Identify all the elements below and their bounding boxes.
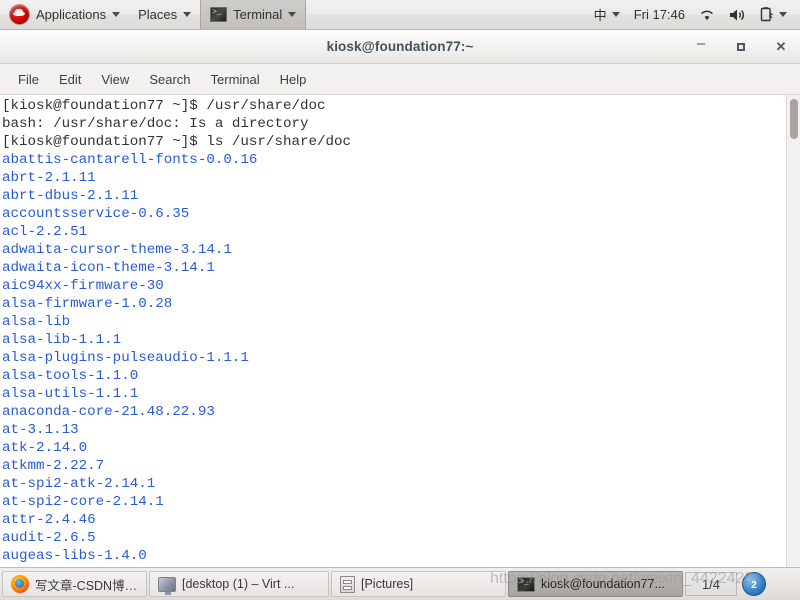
applications-menu[interactable]: Applications (0, 0, 129, 29)
terminal-line: [kiosk@foundation77 ~]$ /usr/share/doc (2, 98, 326, 114)
panel-spacer (306, 0, 586, 29)
taskbar-item-label: [Pictures] (361, 577, 414, 591)
wifi-icon (701, 10, 713, 20)
workspace-indicator-label: 1/4 (701, 576, 721, 592)
taskbar: 写文章-CSDN博客... [desktop (1) – Virt ... [P… (0, 567, 800, 600)
terminal-window: kiosk@foundation77:~ – ✕ File Edit View … (0, 30, 800, 567)
close-icon: ✕ (775, 38, 787, 54)
chevron-down-icon (288, 12, 297, 17)
volume-indicator[interactable] (722, 0, 753, 30)
clock[interactable]: Fri 17:46 (627, 0, 692, 30)
terminal-line: acl-2.2.51 (2, 224, 88, 240)
terminal-line: alsa-lib (2, 314, 71, 330)
terminal-icon: >_ (210, 7, 228, 22)
window-menu-terminal-label: Terminal (233, 7, 283, 22)
blue-circle-icon[interactable]: 2 (742, 572, 766, 596)
terminal-line: alsa-tools-1.1.0 (2, 368, 139, 384)
terminal-line: abrt-2.1.11 (2, 170, 96, 186)
chevron-down-icon (611, 12, 620, 17)
taskbar-item-desktop-vm[interactable]: [desktop (1) – Virt ... (149, 571, 329, 597)
window-controls: – ✕ (690, 30, 792, 63)
terminal-body: [kiosk@foundation77 ~]$ /usr/share/doc ba… (0, 95, 800, 567)
file-manager-icon (340, 575, 355, 593)
terminal-line: at-spi2-core-2.14.1 (2, 494, 164, 510)
places-menu-label: Places (138, 7, 178, 22)
blue-circle-glyph: 2 (751, 580, 757, 591)
terminal-line: atkmm-2.22.7 (2, 458, 105, 474)
terminal-line: at-spi2-atk-2.14.1 (2, 476, 156, 492)
chevron-down-icon (112, 12, 121, 17)
input-method-label: 中 (593, 8, 607, 23)
menu-item-file[interactable]: File (8, 69, 49, 90)
terminal-output[interactable]: [kiosk@foundation77 ~]$ /usr/share/doc ba… (0, 95, 786, 567)
taskbar-item-label: [desktop (1) – Virt ... (182, 577, 295, 591)
taskbar-item-label: kiosk@foundation77... (541, 577, 665, 591)
chevron-down-icon (183, 12, 192, 17)
terminal-line: accountsservice-0.6.35 (2, 206, 190, 222)
terminal-line: alsa-plugins-pulseaudio-1.1.1 (2, 350, 249, 366)
applications-menu-label: Applications (36, 7, 107, 22)
terminal-line: atk-2.14.0 (2, 440, 88, 456)
window-title: kiosk@foundation77:~ (326, 39, 474, 54)
terminal-line: anaconda-core-21.48.22.93 (2, 404, 215, 420)
maximize-button[interactable] (730, 36, 752, 58)
terminal-line: abrt-dbus-2.1.11 (2, 188, 139, 204)
chevron-down-icon (779, 12, 787, 17)
menu-item-help[interactable]: Help (270, 69, 317, 90)
terminal-line: attr-2.4.46 (2, 512, 96, 528)
network-indicator[interactable] (692, 0, 722, 30)
terminal-line: at-3.1.13 (2, 422, 79, 438)
taskbar-item-label: 写文章-CSDN博客... (35, 578, 138, 593)
minimize-icon: – (696, 35, 706, 52)
places-menu[interactable]: Places (129, 0, 200, 29)
redhat-logo-icon (9, 4, 30, 25)
terminal-line: alsa-lib-1.1.1 (2, 332, 122, 348)
monitor-icon (158, 576, 176, 595)
terminal-line: augeas-libs-1.4.0 (2, 548, 147, 564)
scrollbar-thumb[interactable] (790, 99, 798, 139)
taskbar-item-pictures[interactable]: [Pictures] (331, 571, 506, 597)
battery-indicator[interactable] (753, 0, 794, 30)
maximize-icon (737, 42, 745, 51)
terminal-line: abattis-cantarell-fonts-0.0.16 (2, 152, 258, 168)
clock-label: Fri 17:46 (633, 7, 685, 22)
volume-icon (730, 9, 744, 20)
battery-charging-icon (760, 7, 774, 22)
terminal-menu-bar: File Edit View Search Terminal Help (0, 64, 800, 95)
workspace-switcher[interactable]: 1/4 (685, 572, 737, 596)
terminal-line: alsa-utils-1.1.1 (2, 386, 139, 402)
top-panel: Applications Places >_ Terminal 中 Fri 17… (0, 0, 800, 30)
terminal-line: adwaita-cursor-theme-3.14.1 (2, 242, 232, 258)
terminal-line: bash: /usr/share/doc: Is a directory (2, 116, 309, 132)
terminal-line: alsa-firmware-1.0.28 (2, 296, 173, 312)
minimize-button[interactable]: – (690, 33, 712, 60)
terminal-title-bar[interactable]: kiosk@foundation77:~ – ✕ (0, 30, 800, 64)
taskbar-item-firefox[interactable]: 写文章-CSDN博客... (2, 571, 147, 597)
terminal-icon: >_ (517, 576, 535, 592)
terminal-line: audit-2.6.5 (2, 530, 96, 546)
svg-text:2: 2 (751, 580, 757, 591)
terminal-scrollbar[interactable] (786, 95, 800, 567)
input-method-indicator[interactable]: 中 (587, 0, 627, 30)
menu-item-edit[interactable]: Edit (49, 69, 91, 90)
firefox-icon (11, 575, 29, 593)
taskbar-item-terminal[interactable]: >_ kiosk@foundation77... (508, 571, 683, 597)
menu-item-terminal[interactable]: Terminal (201, 69, 270, 90)
terminal-line: aic94xx-firmware-30 (2, 278, 164, 294)
system-tray: 中 Fri 17:46 (587, 0, 800, 29)
terminal-line: [kiosk@foundation77 ~]$ ls /usr/share/do… (2, 134, 352, 150)
menu-item-search[interactable]: Search (139, 69, 200, 90)
menu-item-view[interactable]: View (91, 69, 139, 90)
window-menu-terminal[interactable]: >_ Terminal (200, 0, 307, 29)
close-button[interactable]: ✕ (770, 36, 792, 58)
terminal-line: adwaita-icon-theme-3.14.1 (2, 260, 215, 276)
